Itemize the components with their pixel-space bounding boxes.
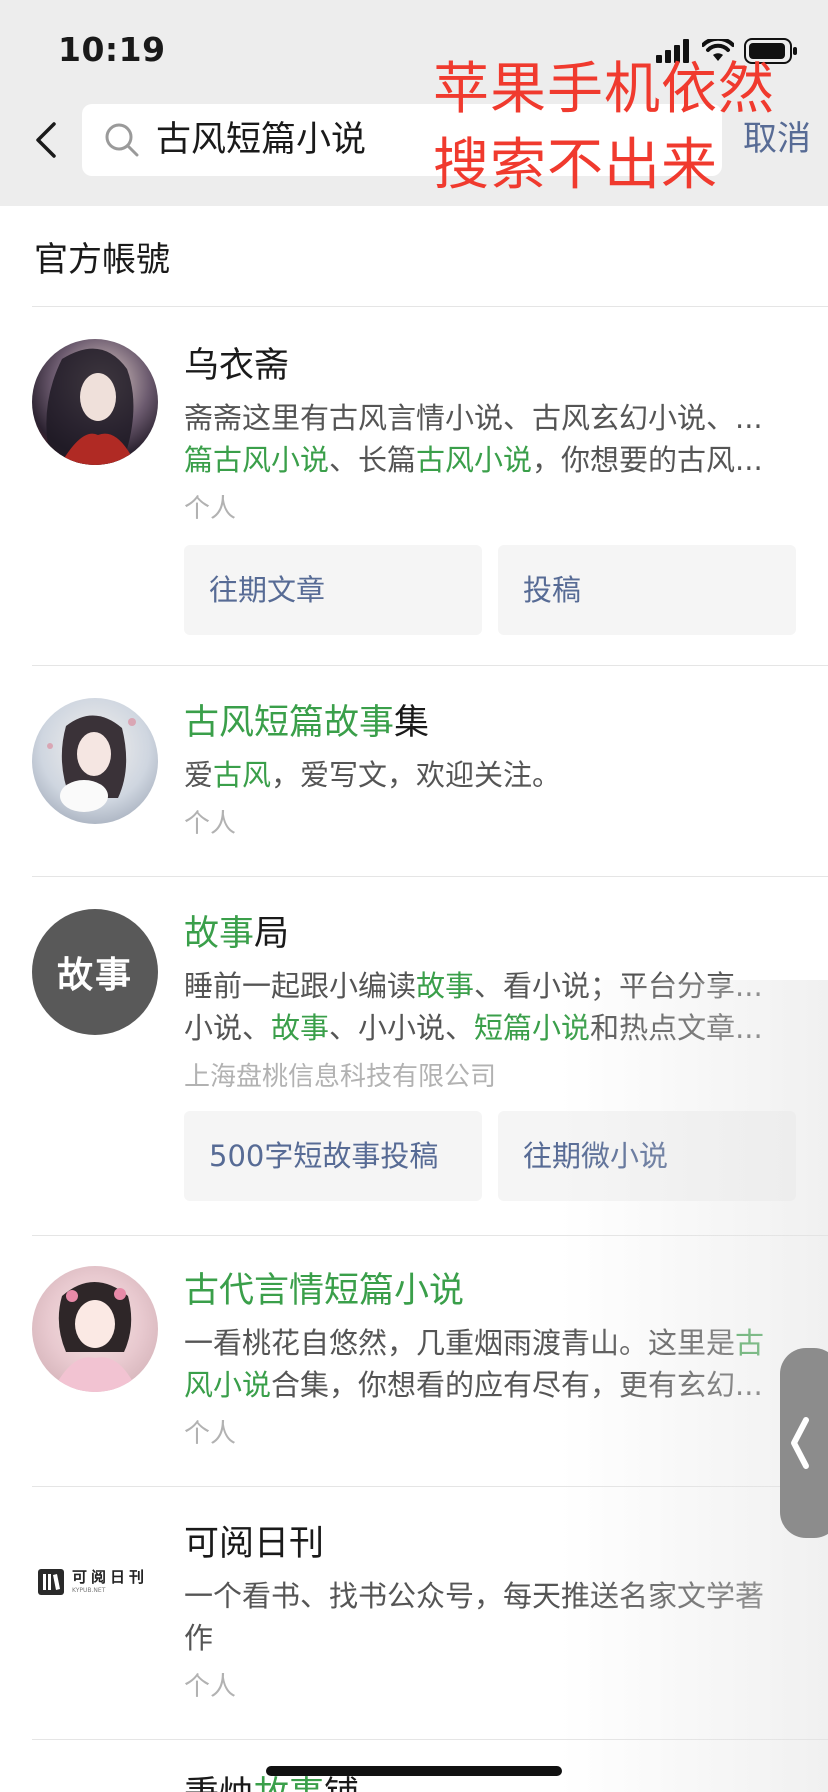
button-label: 投稿: [523, 573, 582, 607]
desc-part: 、看小说；平台分享...: [474, 969, 763, 1003]
side-drawer-handle[interactable]: [780, 1348, 828, 1538]
desc-part: 小说、: [184, 1011, 272, 1045]
result-item[interactable]: 古代言情短篇小说 一看桃花自悠然，几重烟雨渡青山。这里是古 风小说合集，你想看的…: [0, 1236, 828, 1486]
desc-line: 作: [184, 1617, 798, 1659]
result-item[interactable]: 乌衣斋 斋斋这里有古风言情小说、古风玄幻小说、... 篇古风小说、长篇古风小说，…: [0, 307, 828, 665]
desc-part: 合集，你想看的应有尽有，更有玄幻...: [271, 1368, 763, 1402]
desc-part: 作: [184, 1621, 214, 1655]
desc-line: 一个看书、找书公众号，每天推送名家文学著: [184, 1575, 798, 1617]
result-description: 睡前一起跟小编读故事、看小说；平台分享... 小说、故事、小小说、短篇小说和热点…: [184, 965, 798, 1049]
name-part: 故事: [254, 1775, 324, 1792]
result-item[interactable]: 故事 故事局 睡前一起跟小编读故事、看小说；平台分享... 小说、故事、小小说、…: [0, 877, 828, 1235]
desc-part: 一看桃花自悠然，几重烟雨渡青山。这里是: [184, 1326, 736, 1360]
logo-title: 可阅日刊: [72, 1568, 149, 1586]
result-name: 乌衣斋: [184, 343, 289, 389]
name-part: 古风短篇故事: [184, 703, 395, 743]
avatar-text: 故事: [56, 955, 133, 996]
name-part: 秉烛: [184, 1775, 254, 1792]
top-bar: 10:19 古风短篇小说 取消 苹果手机依然 搜索不出来: [0, 0, 828, 206]
desc-line: 篇古风小说、长篇古风小说，你想要的古风...: [184, 439, 798, 481]
logo-subtitle: KYPUB.NET: [72, 1587, 106, 1594]
desc-part: 、长篇: [329, 443, 417, 477]
result-name: 可阅日刊: [184, 1521, 324, 1567]
desc-part: 篇古风小说: [184, 443, 330, 477]
result-meta: 个人: [184, 1672, 237, 1702]
avatar: 故事: [32, 909, 158, 1035]
desc-part: 爱: [184, 758, 214, 792]
desc-part: 风小说: [184, 1368, 272, 1402]
name-part: 局: [254, 914, 290, 954]
chevron-left-icon: [791, 1417, 809, 1469]
overlay-line-2: 搜索不出来: [433, 133, 718, 198]
result-name: 故事局: [184, 911, 289, 957]
desc-line: 风小说合集，你想看的应有尽有，更有玄幻...: [184, 1364, 798, 1406]
logo: 可阅日刊 KYPUB.NET: [32, 1519, 158, 1645]
result-meta: 个人: [184, 809, 237, 839]
desc-part: 故事: [416, 969, 475, 1003]
status-time: 10:19: [58, 30, 166, 69]
avatar: [32, 339, 158, 465]
avatar: [32, 1266, 158, 1392]
submit-manuscript-button[interactable]: 投稿: [498, 545, 796, 635]
result-meta: 个人: [184, 494, 237, 524]
history-articles-button[interactable]: 往期文章: [184, 545, 482, 635]
search-query-text: 古风短篇小说: [156, 120, 367, 160]
button-label: 500字短故事投稿: [209, 1139, 439, 1173]
desc-part: 短篇小说: [474, 1011, 591, 1045]
result-description: 爱古风，爱写文，欢迎关注。: [184, 754, 798, 796]
desc-part: ，你想要的古风...: [532, 443, 763, 477]
result-name: 古风短篇故事集: [184, 700, 429, 746]
desc-part: 睡前一起跟小编读: [184, 969, 417, 1003]
result-meta: 上海盘桃信息科技有限公司: [184, 1062, 497, 1092]
result-description: 斋斋这里有古风言情小说、古风玄幻小说、... 篇古风小说、长篇古风小说，你想要的…: [184, 397, 798, 481]
desc-part: ，爱写文，欢迎关注。: [271, 758, 562, 792]
desc-line: 一看桃花自悠然，几重烟雨渡青山。这里是古: [184, 1322, 798, 1364]
desc-part: 斋斋这里有古风言情小说、古风玄幻小说、...: [184, 401, 763, 435]
name-part: 故事: [184, 914, 255, 954]
button-label: 往期文章: [209, 573, 326, 607]
search-icon: [105, 123, 139, 157]
overlay-annotation: 苹果手机依然 搜索不出来: [433, 52, 775, 204]
name-part: 集: [394, 703, 430, 743]
result-item[interactable]: 可阅日刊 KYPUB.NET 可阅日刊 一个看书、找书公众号，每天推送名家文学著…: [0, 1487, 828, 1739]
desc-part: 古风: [213, 758, 272, 792]
result-name: 古代言情短篇小说: [184, 1268, 464, 1314]
desc-part: 一个看书、找书公众号，每天推送名家文学著: [184, 1579, 765, 1613]
result-description: 一个看书、找书公众号，每天推送名家文学著 作: [184, 1575, 798, 1659]
name-part: 可阅日刊: [184, 1524, 325, 1564]
short-story-submission-button[interactable]: 500字短故事投稿: [184, 1111, 482, 1201]
result-item[interactable]: 古风短篇故事集 爱古风，爱写文，欢迎关注。 个人: [0, 666, 828, 876]
button-label: 往期微小说: [523, 1139, 669, 1173]
desc-part: 古风小说: [416, 443, 533, 477]
name-part: 乌衣斋: [184, 346, 290, 386]
desc-line: 爱古风，爱写文，欢迎关注。: [184, 754, 798, 796]
name-part: 铺: [324, 1775, 359, 1792]
desc-part: 古: [735, 1326, 765, 1360]
overlay-line-1: 苹果手机依然: [433, 57, 775, 122]
avatar: [32, 698, 158, 824]
result-description: 一看桃花自悠然，几重烟雨渡青山。这里是古 风小说合集，你想看的应有尽有，更有玄幻…: [184, 1322, 798, 1406]
desc-part: 故事: [271, 1011, 330, 1045]
home-indicator[interactable]: [266, 1766, 562, 1776]
past-micro-novels-button[interactable]: 往期微小说: [498, 1111, 796, 1201]
section-title: 官方帳號: [34, 240, 170, 280]
desc-part: 、小小说、: [329, 1011, 475, 1045]
book-logo-icon: [38, 1569, 64, 1595]
desc-line: 斋斋这里有古风言情小说、古风玄幻小说、...: [184, 397, 798, 439]
desc-line: 小说、故事、小小说、短篇小说和热点文章...: [184, 1007, 798, 1049]
desc-line: 睡前一起跟小编读故事、看小说；平台分享...: [184, 965, 798, 1007]
back-arrow-icon[interactable]: [30, 118, 64, 162]
name-part: 古代言情短篇小说: [184, 1271, 465, 1311]
result-meta: 个人: [184, 1419, 237, 1449]
desc-part: 和热点文章...: [590, 1011, 763, 1045]
